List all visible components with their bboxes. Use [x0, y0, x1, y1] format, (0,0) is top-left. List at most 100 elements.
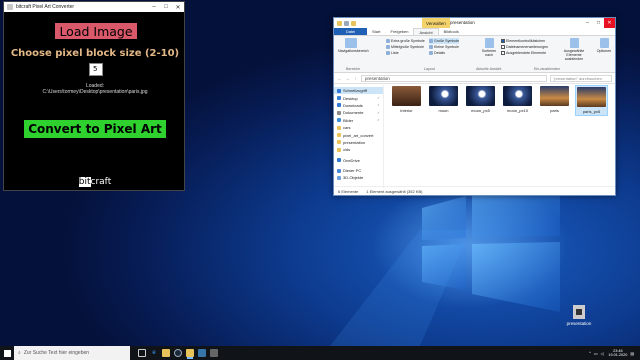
maximize-icon[interactable]: □ [160, 4, 172, 10]
image-thumbnail [540, 86, 569, 106]
manage-context-tab[interactable]: Verwalten [422, 18, 450, 28]
tab-view[interactable]: Ansicht [413, 28, 439, 35]
image-thumbnail [466, 86, 495, 106]
explorer-active-icon[interactable] [186, 349, 194, 357]
nav-item[interactable]: Schnellzugriff [334, 87, 383, 95]
app-icon [7, 4, 13, 10]
selection-info: 1 Element ausgewählt (352 KB) [366, 188, 423, 194]
file-name: paris [550, 108, 559, 113]
nav-item[interactable]: vids [334, 146, 383, 153]
file-item[interactable]: interior [390, 85, 423, 116]
file-item[interactable]: paris_px5 [575, 85, 608, 116]
layout-list[interactable]: Liste [386, 50, 425, 56]
network-icon[interactable]: ▭ [594, 351, 598, 356]
steam-icon[interactable] [174, 349, 182, 357]
options-label: Optionen [596, 49, 612, 53]
folder-icon [337, 175, 341, 180]
file-name: paris_px5 [582, 109, 601, 114]
nav-item-label: presentation [343, 139, 366, 145]
notification-icon[interactable]: ▤ [630, 351, 634, 356]
properties-icon[interactable] [344, 20, 349, 26]
nav-item-label: Dieser PC [343, 168, 362, 174]
options-icon [599, 38, 609, 48]
quick-access-toolbar [334, 20, 356, 26]
hide-selected-button[interactable]: Ausgewählte Elemente ausblenden [558, 38, 590, 61]
convert-button[interactable]: Convert to Pixel Art [24, 120, 166, 138]
address-bar[interactable]: presentation [361, 74, 547, 82]
tab-file[interactable]: Datei [334, 28, 367, 35]
hide-icon [569, 38, 579, 48]
close-icon[interactable]: ✕ [604, 18, 615, 28]
nav-item[interactable]: 3D-Objekte [334, 174, 383, 181]
new-folder-icon[interactable] [351, 20, 356, 26]
file-item[interactable]: moon_px5 [464, 85, 497, 116]
pixel-converter-titlebar[interactable]: bitcraft Pixel Art Converter – □ ✕ [4, 2, 184, 12]
nav-pane-button[interactable]: Navigationsbereich [338, 38, 369, 53]
file-item[interactable]: moon_px10 [501, 85, 534, 116]
block-size-input[interactable]: 5 [89, 63, 103, 76]
search-icon: ⌕ [18, 350, 21, 356]
nav-item[interactable]: OneDrive [334, 157, 383, 164]
folder-icon [337, 88, 341, 93]
nav-item-label: cars [343, 125, 351, 131]
folder-icon [337, 125, 341, 130]
forward-icon[interactable]: → [345, 76, 350, 81]
file-item[interactable]: moon [427, 85, 460, 116]
file-item[interactable]: paris [538, 85, 571, 116]
task-view-icon[interactable] [138, 349, 146, 357]
folder-icon [337, 168, 341, 173]
close-icon[interactable]: ✕ [172, 4, 184, 11]
tab-start[interactable]: Start [367, 28, 385, 35]
image-thumbnail [503, 86, 532, 106]
up-icon[interactable]: ↑ [353, 76, 358, 81]
explorer-titlebar[interactable]: Verwalten presentation – □ ✕ [334, 18, 615, 28]
pin-icon: ✓ [377, 103, 380, 108]
address-path: presentation [365, 75, 390, 81]
pin-icon: ✓ [377, 118, 380, 123]
taskbar: ⌕ Zur Suche Text hier eingeben e ^ ▭ ◁ 2… [0, 346, 640, 360]
pixel-converter-taskbar-icon[interactable] [210, 349, 218, 357]
volume-icon[interactable]: ◁ [600, 351, 603, 356]
clock[interactable]: 23:46 19.01.2020 [606, 349, 627, 358]
taskbar-search-input[interactable]: ⌕ Zur Suche Text hier eingeben [14, 346, 130, 360]
chevron-up-icon[interactable]: ^ [589, 351, 591, 355]
search-input[interactable]: "presentation" durchsuchen [550, 74, 612, 82]
explorer-icon[interactable] [162, 349, 170, 357]
layout-details[interactable]: Details [429, 50, 459, 56]
start-button[interactable] [0, 346, 14, 360]
maximize-icon[interactable]: □ [593, 18, 604, 28]
taskbar-apps: e [130, 349, 218, 357]
ribbon-view: Navigationsbereich Extra große Symbole M… [334, 36, 615, 73]
hidden-items-toggle[interactable]: Ausgeblendete Elemente [501, 50, 548, 56]
nav-item[interactable]: pixel_art_convert [334, 131, 383, 138]
sort-by-button[interactable]: Sortieren nach [479, 38, 499, 57]
back-icon[interactable]: ← [337, 76, 342, 81]
python-icon[interactable] [198, 349, 206, 357]
edge-icon[interactable]: e [150, 349, 158, 357]
group-layout: Layout [424, 67, 435, 71]
options-button[interactable]: Optionen [594, 38, 614, 53]
image-thumbnail [429, 86, 458, 106]
nav-item[interactable]: Dieser PC [334, 167, 383, 174]
layout-group-col2: Große Symbole Kleine Symbole Details [429, 38, 460, 56]
nav-item[interactable]: Downloads ✓ [334, 102, 383, 109]
loaded-status: Loaded: C:\Users\tormey\Desktop\presenta… [4, 83, 186, 95]
minimize-icon[interactable]: – [582, 18, 593, 28]
tab-picture-tools[interactable]: Bildtools [439, 28, 464, 35]
file-explorer-window: Verwalten presentation – □ ✕ Datei Start… [333, 17, 616, 196]
folder-icon [337, 20, 342, 26]
minimize-icon[interactable]: – [148, 4, 160, 10]
nav-item[interactable]: cars [334, 124, 383, 131]
nav-item-label: Desktop [343, 95, 358, 101]
tab-share[interactable]: Freigeben [385, 28, 413, 35]
nav-item[interactable]: presentation [334, 139, 383, 146]
nav-item[interactable]: Bilder ✓ [334, 117, 383, 124]
nav-item[interactable]: Dokumente ✓ [334, 109, 383, 116]
nav-item-label: Dokumente [343, 110, 364, 116]
desktop-icon-presentation[interactable]: presentation [563, 305, 595, 326]
nav-pane-label: Navigationsbereich [338, 49, 369, 53]
pixel-converter-window: bitcraft Pixel Art Converter – □ ✕ Load … [3, 1, 185, 191]
brand-logo: bitcraft [4, 177, 186, 187]
load-image-button[interactable]: Load Image [55, 23, 137, 39]
nav-item[interactable]: Desktop ✓ [334, 94, 383, 101]
